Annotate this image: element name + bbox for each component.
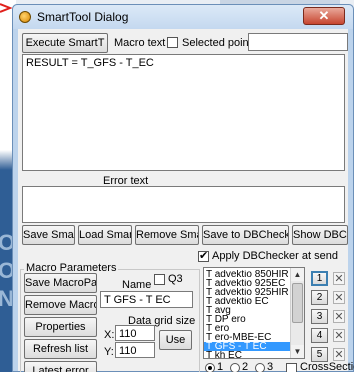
refresh-list-button[interactable]: Refresh list [24,339,97,359]
use-button[interactable]: Use [159,330,192,350]
cross-section-checkbox[interactable] [286,363,297,372]
parameter-list-items: T advektio 850HIR T advektio 925EC T adv… [204,270,290,358]
list-item[interactable]: T DP ero [204,315,290,324]
error-text-box[interactable] [22,186,345,223]
radio-option-2[interactable] [230,363,240,372]
q3-label: Q3 [168,273,183,285]
macro-name-input[interactable]: T GFS - T EC [100,291,193,308]
remove-macropar-button[interactable]: Remove MacroPar [24,295,97,315]
grid-x-input[interactable]: 110 [115,325,155,341]
clear-slot-4-icon[interactable]: ✕ [333,329,345,342]
list-item-selected[interactable]: T GFS - T EC [204,342,290,351]
list-item[interactable]: T advektio 850HIR [204,270,290,279]
cross-section-label: CrossSection [300,361,354,372]
radio-option-3[interactable] [255,363,265,372]
scroll-down-icon[interactable]: ▼ [291,345,304,358]
clear-slot-3-icon[interactable]: ✕ [333,310,345,323]
clear-slot-1-icon[interactable]: ✕ [333,272,345,285]
selected-points-checkbox[interactable] [167,37,178,48]
list-item[interactable]: T avg [204,306,290,315]
slot-3-button[interactable]: 3 [311,309,328,324]
radio-option-2-label: 2 [242,361,249,372]
clear-slot-5-icon[interactable]: ✕ [333,348,345,361]
macro-text-label: Macro text [114,37,166,49]
radio-option-1-label: 1 [217,361,224,372]
grid-y-label: Y: [104,346,114,358]
scroll-thumb[interactable] [292,283,303,323]
list-item[interactable]: T advektio 925HIR [204,288,290,297]
app-icon [19,11,31,23]
list-item[interactable]: T ero [204,324,290,333]
list-item[interactable]: T kh EC [204,351,290,358]
slot-2-button[interactable]: 2 [311,290,328,305]
save-to-dbchecker-button[interactable]: Save to DBChecker [202,225,289,245]
load-smartt-button[interactable]: Load SmartT [78,225,132,245]
smarttool-dialog: SmartTool Dialog ✕ Execute SmartT Macro … [12,4,354,372]
grid-y-input[interactable]: 110 [115,342,155,358]
selected-points-label: Selected points [182,37,258,49]
q3-checkbox[interactable] [154,274,165,285]
grid-x-label: X: [104,329,115,341]
macro-editor[interactable]: RESULT = T_GFS - T_EC [22,54,345,171]
latest-error-button[interactable]: Latest error [24,361,97,372]
show-dbchecker-button[interactable]: Show DBChecker [292,225,348,245]
save-smartt-button[interactable]: Save SmartT [22,225,75,245]
close-button[interactable]: ✕ [303,7,345,25]
list-item[interactable]: T advektio EC [204,297,290,306]
remove-smartt-button[interactable]: Remove SmartT [135,225,199,245]
window-title: SmartTool Dialog [37,10,129,24]
slot-1-button[interactable]: 1 [311,271,328,286]
list-scrollbar[interactable]: ▲ ▼ [290,268,304,358]
scroll-up-icon[interactable]: ▲ [291,268,304,281]
slot-5-button[interactable]: 5 [311,347,328,362]
radio-option-3-label: 3 [267,361,274,372]
list-item[interactable]: T advektio 925EC [204,279,290,288]
top-right-input[interactable] [248,33,348,51]
execute-smartt-button[interactable]: Execute SmartT [22,33,108,53]
radio-option-1[interactable] [205,363,215,372]
clear-slot-2-icon[interactable]: ✕ [333,291,345,304]
title-bar[interactable]: SmartTool Dialog ✕ [13,5,353,29]
save-macropar-button[interactable]: Save MacroPar [24,273,97,293]
apply-dbchecker-checkbox[interactable] [198,249,209,262]
macro-parameter-list[interactable]: T advektio 850HIR T advektio 925EC T adv… [203,267,305,359]
dialog-client: Execute SmartT Macro text Selected point… [18,29,354,372]
list-item[interactable]: T ero-MBE-EC [204,333,290,342]
properties-button[interactable]: Properties [24,317,97,337]
apply-dbchecker-label: Apply DBChecker at send [212,250,338,262]
slot-4-button[interactable]: 4 [311,328,328,343]
name-label: Name [122,279,152,291]
